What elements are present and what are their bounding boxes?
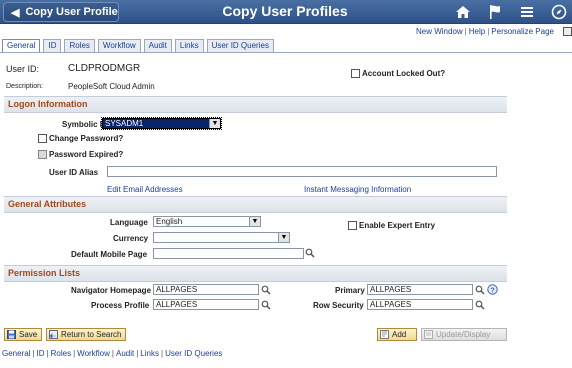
bottom-link-audit[interactable]: Audit bbox=[116, 349, 134, 358]
lookup-icon[interactable] bbox=[475, 300, 485, 310]
primary-label: Primary bbox=[335, 286, 365, 295]
bottom-link-general[interactable]: General bbox=[2, 349, 30, 358]
currency-label: Currency bbox=[113, 234, 149, 243]
chevron-down-icon: ▼ bbox=[249, 217, 260, 226]
currency-select[interactable]: ▼ bbox=[153, 232, 290, 243]
tab-user-id-queries[interactable]: User ID Queries bbox=[206, 39, 274, 53]
tab-workflow[interactable]: Workflow bbox=[97, 39, 141, 53]
bottom-link-id[interactable]: ID bbox=[37, 349, 45, 358]
language-value: English bbox=[156, 217, 183, 226]
bottom-links: General | ID | Roles | Workflow | Audit | Links | Us… bbox=[2, 349, 223, 358]
permission-section-header: Permission Lists bbox=[4, 265, 507, 282]
navigator-homepage-label: Navigator Homepage bbox=[71, 286, 152, 295]
update-display-button: Update/Display bbox=[421, 328, 507, 341]
password-expired-label: Password Expired? bbox=[49, 150, 124, 159]
logon-section-header: Logon Information bbox=[4, 96, 507, 113]
description-label: Description: bbox=[6, 83, 43, 90]
process-profile-label: Process Profile bbox=[91, 301, 150, 310]
add-button-label: Add bbox=[392, 330, 407, 339]
tab-links[interactable]: Links bbox=[174, 39, 204, 53]
bottom-link-workflow[interactable]: Workflow bbox=[77, 349, 110, 358]
symbolic-id-select[interactable]: SYSADM1 ▼ bbox=[101, 117, 222, 130]
tab-general[interactable]: General bbox=[2, 39, 41, 53]
tab-roles[interactable]: Roles bbox=[64, 39, 95, 53]
lookup-icon[interactable] bbox=[305, 248, 315, 258]
symbolic-id-value: SYSADM1 bbox=[105, 119, 144, 128]
row-security-label: Row Security bbox=[313, 301, 364, 310]
chevron-left-icon: ◀ bbox=[11, 6, 20, 19]
help-link[interactable]: Help bbox=[469, 27, 485, 36]
general-section-header: General Attributes bbox=[4, 196, 507, 213]
user-id-alias-input[interactable] bbox=[107, 166, 497, 177]
update-icon bbox=[424, 330, 433, 339]
menu-icon[interactable] bbox=[518, 3, 536, 21]
tab-audit[interactable]: Audit bbox=[143, 39, 172, 53]
page-title: Copy User Profiles bbox=[222, 3, 348, 19]
change-password-checkbox[interactable] bbox=[38, 134, 47, 143]
lookup-icon[interactable] bbox=[261, 300, 271, 310]
add-icon bbox=[380, 330, 389, 339]
return-to-search-button[interactable]: Return to Search bbox=[46, 328, 127, 341]
row-security-input[interactable]: ALLPAGES bbox=[367, 299, 473, 310]
navigator-homepage-input[interactable]: ALLPAGES bbox=[153, 284, 259, 295]
top-links: New Window | Help | Personalize Page bbox=[415, 27, 554, 36]
tab-bar: General ID Roles Workflow Audit Links Us… bbox=[2, 39, 277, 53]
edit-email-link[interactable]: Edit Email Addresses bbox=[107, 185, 183, 194]
default-mobile-input[interactable] bbox=[153, 248, 304, 259]
personalize-page-link[interactable]: Personalize Page bbox=[491, 27, 554, 36]
home-icon[interactable] bbox=[454, 3, 472, 21]
change-password-label: Change Password? bbox=[49, 134, 124, 143]
user-id-label: User ID: bbox=[6, 64, 40, 74]
user-id-value: CLDPRODMGR bbox=[68, 63, 141, 74]
update-display-label: Update/Display bbox=[436, 330, 491, 339]
flag-icon[interactable] bbox=[486, 3, 504, 21]
save-icon bbox=[7, 330, 16, 339]
bottom-link-roles[interactable]: Roles bbox=[51, 349, 71, 358]
chevron-down-icon: ▼ bbox=[209, 119, 220, 128]
return-icon bbox=[49, 330, 58, 339]
tab-id[interactable]: ID bbox=[43, 39, 62, 53]
lookup-icon[interactable] bbox=[261, 285, 271, 295]
lookup-icon[interactable] bbox=[475, 285, 485, 295]
save-button[interactable]: Save bbox=[4, 328, 43, 341]
add-button[interactable]: Add bbox=[377, 328, 417, 341]
account-locked-label: Account Locked Out? bbox=[362, 69, 446, 78]
back-button[interactable]: ◀ Copy User Profile bbox=[3, 2, 119, 22]
account-locked-checkbox[interactable] bbox=[351, 69, 360, 78]
save-button-label: Save bbox=[19, 330, 38, 339]
help-icon[interactable]: ? bbox=[487, 284, 498, 295]
bottom-link-user-id-queries[interactable]: User ID Queries bbox=[165, 349, 222, 358]
symbolic-id-label: Symbolic ID bbox=[62, 120, 108, 129]
password-expired-checkbox bbox=[38, 150, 47, 159]
description-value: PeopleSoft Cloud Admin bbox=[68, 82, 155, 91]
primary-input[interactable]: ALLPAGES bbox=[367, 284, 473, 295]
svg-text:?: ? bbox=[490, 285, 495, 294]
back-button-label: Copy User Profile bbox=[25, 6, 118, 18]
navbar-icon[interactable] bbox=[550, 3, 568, 21]
user-id-alias-label: User ID Alias bbox=[49, 168, 99, 177]
expert-entry-checkbox[interactable] bbox=[348, 221, 357, 230]
bottom-link-links[interactable]: Links bbox=[140, 349, 159, 358]
new-window-link[interactable]: New Window bbox=[416, 27, 463, 36]
return-to-search-label: Return to Search bbox=[61, 330, 122, 339]
expert-entry-label: Enable Expert Entry bbox=[359, 221, 436, 230]
process-profile-input[interactable]: ALLPAGES bbox=[153, 299, 259, 310]
language-label: Language bbox=[110, 218, 148, 227]
default-mobile-label: Default Mobile Page bbox=[71, 250, 148, 259]
language-select[interactable]: English ▼ bbox=[153, 216, 261, 227]
chevron-down-icon: ▼ bbox=[278, 233, 289, 242]
instant-messaging-link[interactable]: Instant Messaging Information bbox=[304, 185, 411, 194]
tab-divider bbox=[0, 52, 572, 53]
personalize-grid-icon[interactable] bbox=[563, 27, 572, 36]
